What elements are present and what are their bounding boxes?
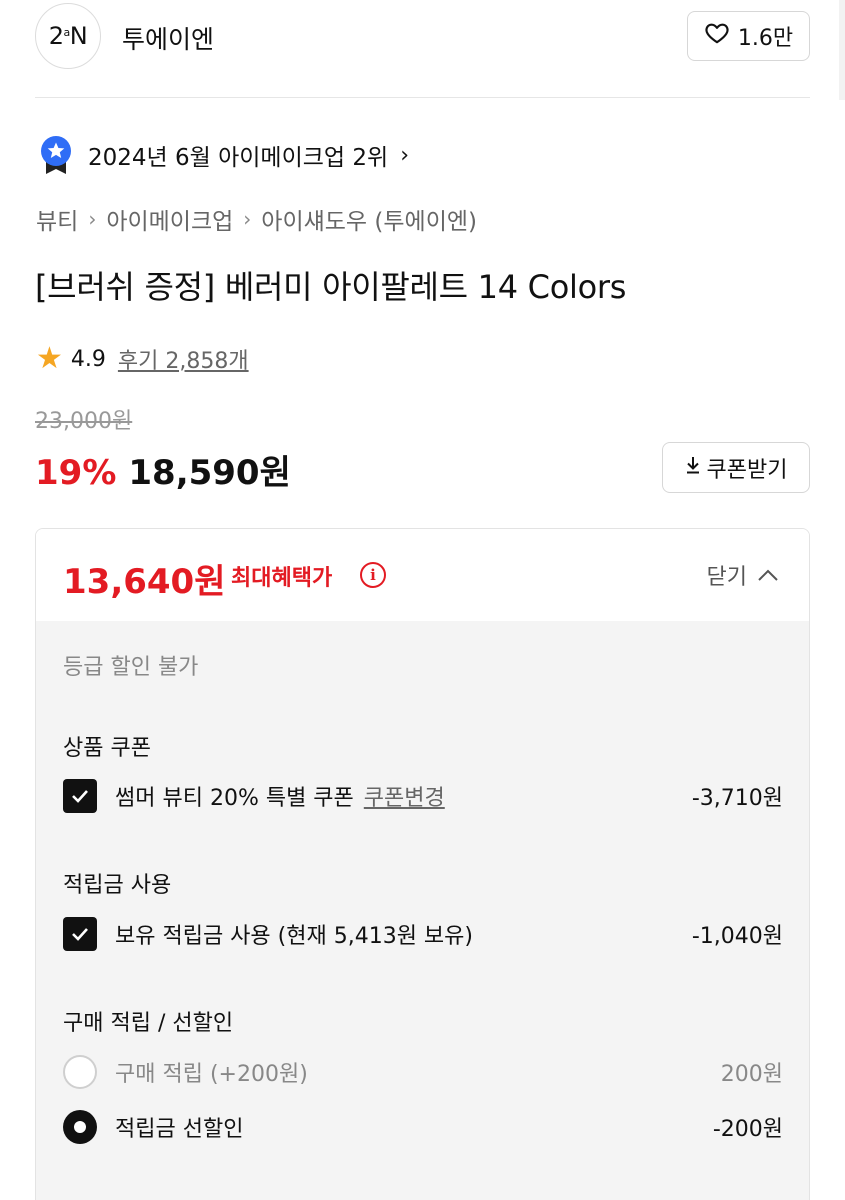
discount-rate: 19% <box>35 453 117 493</box>
radio-dot <box>74 1121 86 1133</box>
pre-discount-text: 적립금 선할인 <box>115 1117 244 1142</box>
pre-discount-amount: -200원 <box>712 1117 783 1142</box>
chevron-up-icon <box>757 563 779 587</box>
benefit-close-toggle[interactable]: 닫기 <box>707 559 779 591</box>
brand-logo[interactable]: 2aN <box>35 3 101 69</box>
info-icon[interactable]: i <box>360 562 386 588</box>
breadcrumb-item[interactable]: 아이메이크업 <box>106 202 233 236</box>
ranking-text: 2024년 6월 아이메이크업 2위 <box>88 145 389 171</box>
brand-logo-text-n: N <box>69 22 88 50</box>
ranking-link[interactable]: 2024년 6월 아이메이크업 2위 › <box>38 135 409 175</box>
purchase-reward-amount: 200원 <box>720 1062 783 1087</box>
review-link[interactable]: 후기 2,858개 <box>118 343 249 375</box>
pre-discount-radio[interactable] <box>63 1110 97 1144</box>
header-divider <box>35 97 810 98</box>
benefit-body: 등급 할인 불가 상품 쿠폰 썸머 뷰티 20% 특별 쿠폰 쿠폰변경 -3,7… <box>36 621 809 1200</box>
section-title-coupon: 상품 쿠폰 <box>63 736 151 761</box>
max-benefit-panel: 13,640원 최대혜택가 i 닫기 등급 할인 불가 상품 쿠폰 썸머 뷰티 … <box>35 528 810 1200</box>
benefit-header: 13,640원 최대혜택가 i 닫기 <box>36 529 809 621</box>
purchase-reward-text: 구매 적립 (+200원) <box>115 1062 308 1087</box>
breadcrumb-item[interactable]: 뷰티 <box>36 202 78 236</box>
points-text: 보유 적립금 사용 (현재 5,413원 보유) <box>115 924 473 949</box>
brand-name[interactable]: 투에이엔 <box>122 20 214 56</box>
section-title-points: 적립금 사용 <box>63 873 172 898</box>
check-icon <box>72 928 88 941</box>
original-price: 23,000원 <box>35 409 133 434</box>
heart-icon <box>704 20 730 52</box>
max-benefit-price: 13,640원 <box>63 562 226 602</box>
star-icon: ★ <box>36 341 63 376</box>
coupon-amount: -3,710원 <box>691 786 783 811</box>
points-checkbox[interactable] <box>63 917 97 951</box>
purchase-reward-radio[interactable] <box>63 1055 97 1089</box>
brand-logo-sup: a <box>63 25 71 39</box>
ranking-badge-icon <box>38 135 74 175</box>
breadcrumb: 뷰티 › 아이메이크업 › 아이섀도우 (투에이엔) <box>36 202 477 236</box>
like-button[interactable]: 1.6만 <box>687 11 810 61</box>
like-count: 1.6만 <box>737 26 794 51</box>
grade-discount-note: 등급 할인 불가 <box>63 655 199 680</box>
scroll-edge <box>839 0 845 100</box>
pre-discount-option[interactable]: 적립금 선할인 -200원 <box>63 1109 783 1145</box>
coupon-checkbox[interactable] <box>63 779 97 813</box>
breadcrumb-item[interactable]: 아이섀도우 (투에이엔) <box>261 202 477 236</box>
chevron-right-icon: › <box>88 207 97 231</box>
coupon-change-link[interactable]: 쿠폰변경 <box>364 780 445 812</box>
check-icon <box>72 790 88 803</box>
download-icon <box>685 456 701 479</box>
chevron-right-icon: › <box>400 142 409 168</box>
sale-price: 18,590원 <box>128 453 291 493</box>
section-title-purchase: 구매 적립 / 선할인 <box>63 1011 234 1036</box>
brand-logo-text-2: 2 <box>48 22 64 50</box>
rating-value: 4.9 <box>70 346 106 372</box>
points-row: 보유 적립금 사용 (현재 5,413원 보유) -1,040원 <box>63 916 783 952</box>
coupon-button-label: 쿠폰받기 <box>706 457 788 483</box>
points-amount: -1,040원 <box>691 924 783 949</box>
close-toggle-label: 닫기 <box>706 565 747 590</box>
purchase-reward-option[interactable]: 구매 적립 (+200원) 200원 <box>63 1054 783 1090</box>
price-row: 19% 18,590원 <box>35 445 291 494</box>
chevron-right-icon: › <box>243 207 252 231</box>
coupon-name: 썸머 뷰티 20% 특별 쿠폰 <box>115 786 354 811</box>
product-title: [브러쉬 증정] 베러미 아이팔레트 14 Colors <box>35 268 627 306</box>
coupon-download-button[interactable]: 쿠폰받기 <box>662 442 810 493</box>
coupon-row: 썸머 뷰티 20% 특별 쿠폰 쿠폰변경 -3,710원 <box>63 778 783 814</box>
brand-header: 2aN 투에이엔 1.6만 <box>35 3 810 69</box>
rating-row: ★ 4.9 후기 2,858개 <box>36 343 249 375</box>
max-benefit-label: 최대혜택가 <box>231 566 333 591</box>
